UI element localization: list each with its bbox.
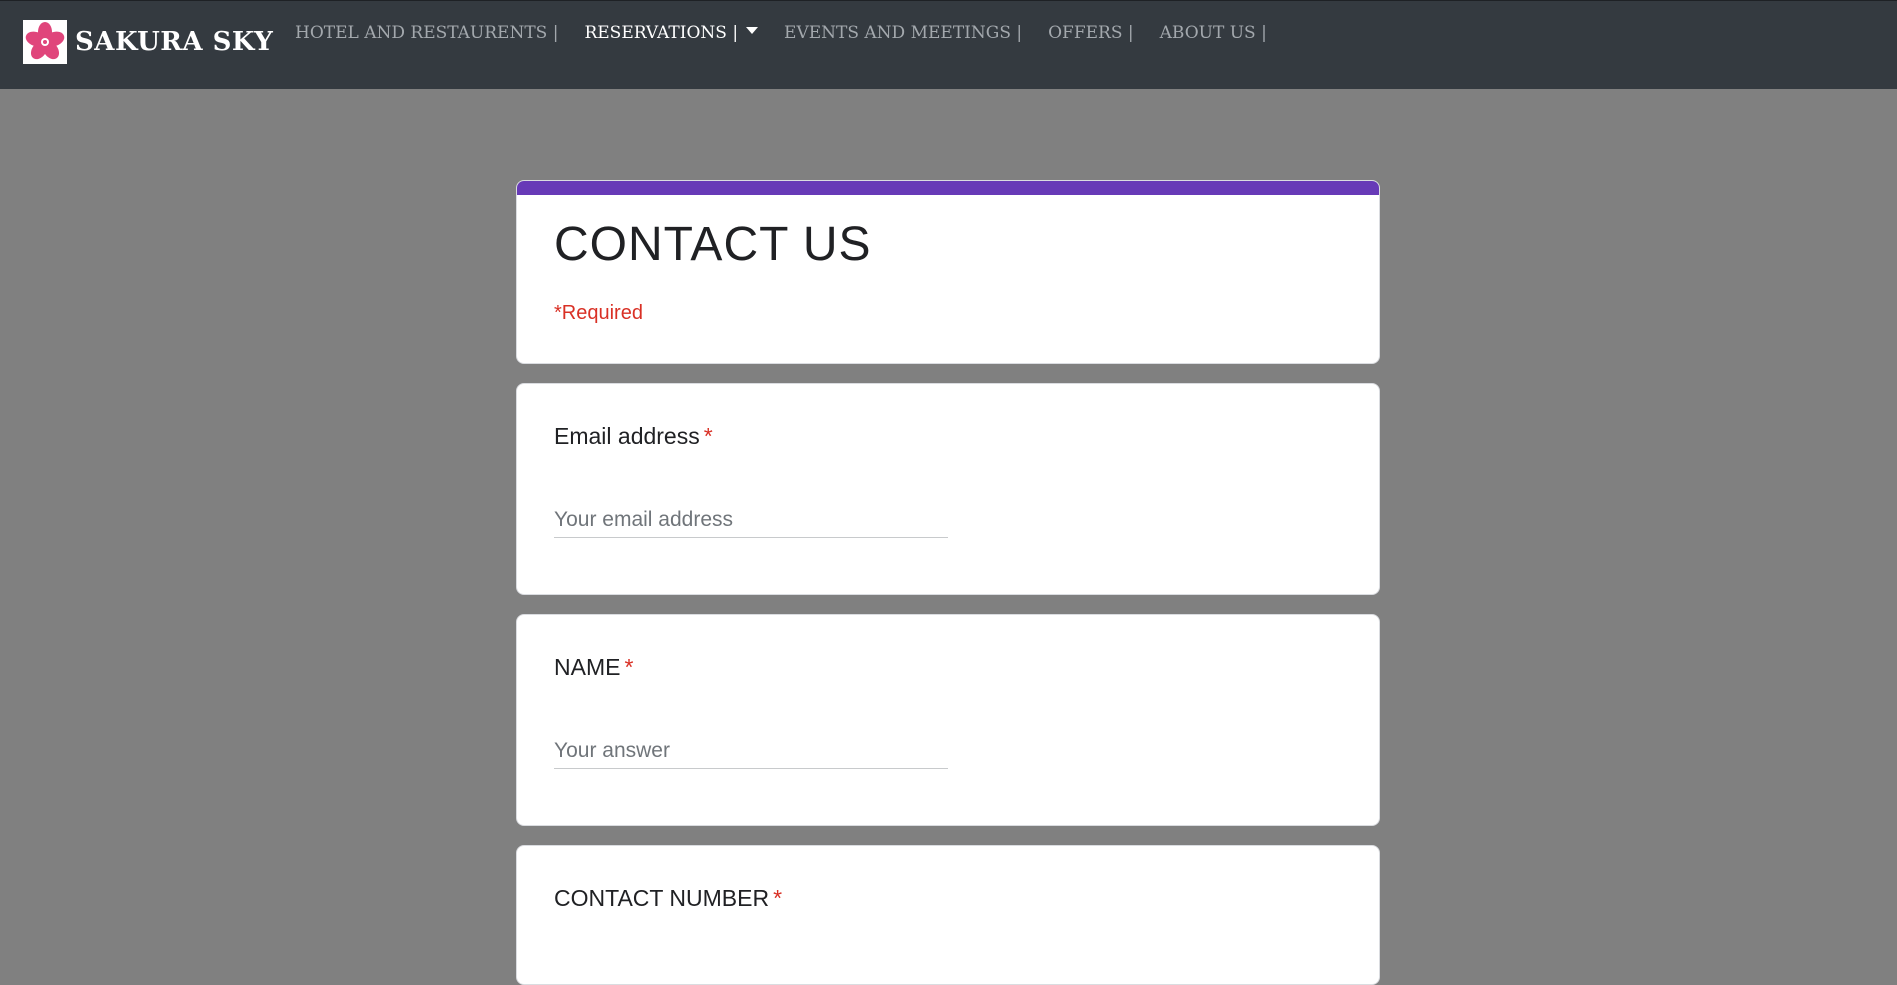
question-label-text: NAME — [554, 654, 621, 680]
question-card-name: NAME * — [516, 614, 1380, 826]
question-card-email: Email address * — [516, 383, 1380, 595]
nav-item-offers[interactable]: OFFERS | — [1048, 23, 1134, 43]
brand[interactable]: SAKURA SKY — [23, 20, 273, 64]
required-asterisk: * — [773, 885, 783, 911]
nav-item-reservations[interactable]: RESERVATIONS | — [584, 23, 759, 43]
sakura-flower-icon — [23, 20, 67, 64]
question-label: CONTACT NUMBER * — [554, 885, 782, 912]
brand-name[interactable]: SAKURA SKY — [75, 27, 273, 57]
navbar: SAKURA SKY HOTEL AND RESTAURENTS | RESER… — [0, 0, 1897, 89]
form-header-card: CONTACT US *Required — [516, 180, 1380, 364]
nav-menu: HOTEL AND RESTAURENTS | RESERVATIONS | E… — [295, 23, 1293, 43]
form-title: CONTACT US — [554, 218, 872, 271]
question-label: Email address * — [554, 423, 713, 450]
question-label: NAME * — [554, 654, 633, 681]
question-label-text: Email address — [554, 423, 700, 449]
caret-down-icon[interactable] — [746, 27, 759, 34]
question-label-text: CONTACT NUMBER — [554, 885, 770, 911]
nav-item-hotel-and-restaurents[interactable]: HOTEL AND RESTAURENTS | — [295, 23, 558, 43]
question-card-contact-number: CONTACT NUMBER * — [516, 845, 1380, 985]
required-asterisk: * — [624, 654, 634, 680]
nav-item-events-and-meetings[interactable]: EVENTS AND MEETINGS | — [784, 23, 1022, 43]
email-field[interactable] — [554, 503, 948, 538]
required-asterisk: * — [703, 423, 713, 449]
name-field[interactable] — [554, 734, 948, 769]
required-note: *Required — [554, 302, 643, 324]
nav-item-reservations-label: RESERVATIONS | — [584, 23, 739, 43]
accent-bar — [517, 181, 1379, 195]
nav-item-about-us[interactable]: ABOUT US | — [1160, 23, 1267, 43]
